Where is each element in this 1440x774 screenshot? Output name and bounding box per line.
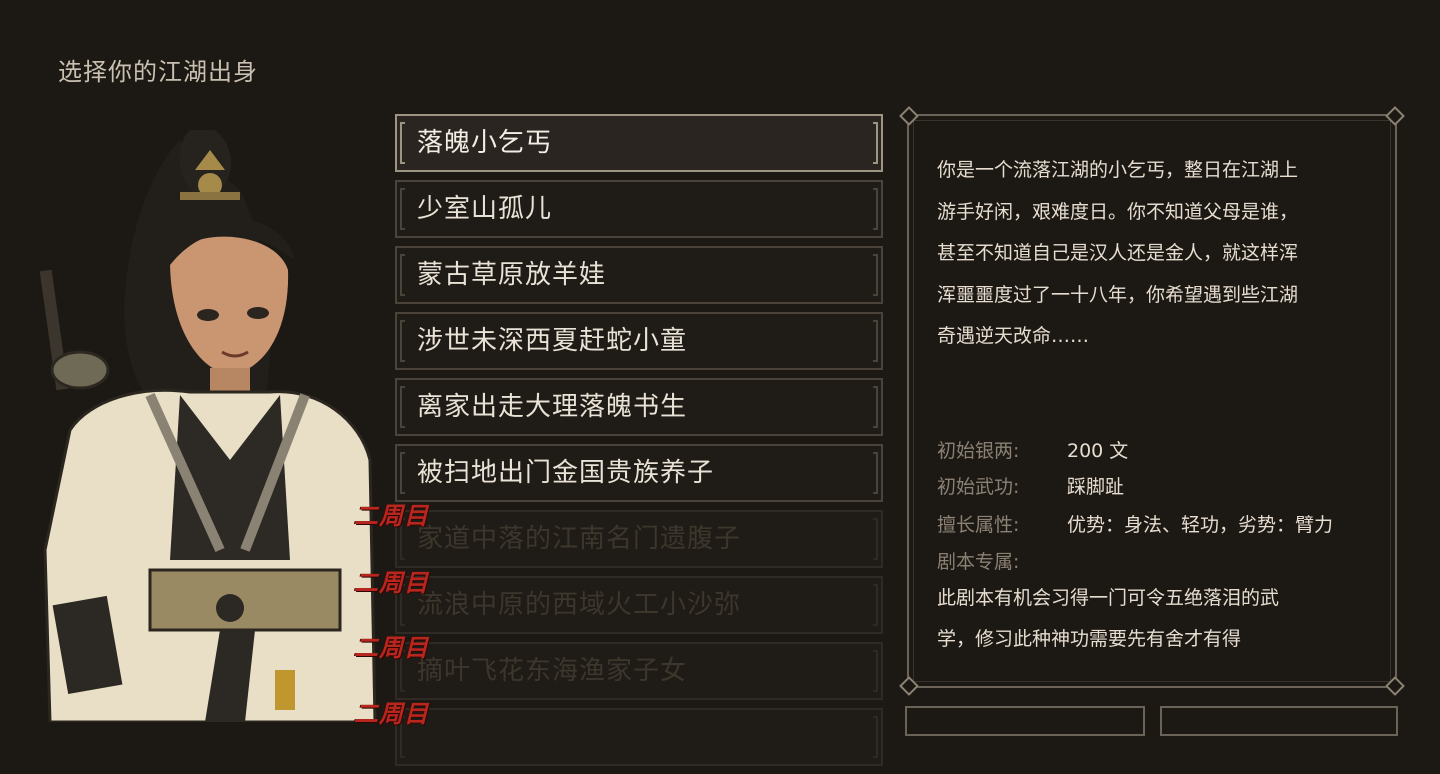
origin-option[interactable]: 被扫地出门金国贵族养子 [395, 444, 883, 502]
panel-corner-ornament [1385, 106, 1405, 126]
origin-option-label: 少室山孤儿 [417, 194, 553, 224]
bottom-button-left[interactable] [905, 706, 1145, 736]
stat-label: 初始武功: [937, 476, 1020, 498]
stat-label: 剧本专属: [937, 551, 1020, 573]
page-title: 选择你的江湖出身 [58, 58, 258, 86]
stat-label: 初始银两: [937, 440, 1020, 462]
second-playthrough-badge: 二周目 [354, 634, 429, 662]
stat-starting-silver: 初始银两: 200 文 [937, 436, 1128, 463]
description-line: 奇遇逆天改命…… [937, 325, 1090, 347]
origin-option-locked[interactable]: 摘叶飞花东海渔家子女 [395, 642, 883, 700]
stat-specialty: 擅长属性: 优势：身法、轻功，劣势：臂力 [937, 510, 1333, 537]
origin-option-label: 落魄小乞丐 [417, 128, 553, 158]
stat-label: 擅长属性: [937, 514, 1020, 536]
description-line: 游手好闲，艰难度日。你不知道父母是谁， [937, 200, 1299, 223]
character-portrait [30, 130, 390, 722]
panel-corner-ornament [899, 676, 919, 696]
origin-option-locked[interactable]: 家道中落的江南名门遗腹子 [395, 510, 883, 568]
panel-corner-ornament [899, 106, 919, 126]
stat-scenario-exclusive: 剧本专属: [937, 547, 1067, 574]
stat-value: 优势：身法、轻功，劣势：臂力 [1067, 514, 1334, 536]
origin-option-locked[interactable] [395, 708, 883, 766]
origin-option-locked[interactable]: 流浪中原的西域火工小沙弥 [395, 576, 883, 634]
origin-option[interactable]: 涉世未深西夏赶蛇小童 [395, 312, 883, 370]
origin-option[interactable]: 少室山孤儿 [395, 180, 883, 238]
stat-value: 200 文 [1067, 440, 1129, 462]
second-playthrough-badge: 二周目 [354, 569, 429, 597]
origin-detail-panel: 你是一个流落江湖的小乞丐，整日在江湖上 游手好闲，艰难度日。你不知道父母是谁， … [899, 106, 1405, 696]
second-playthrough-badge: 二周目 [354, 700, 429, 728]
second-playthrough-badge: 二周目 [354, 502, 429, 530]
exclusive-description: 此剧本有机会习得一门可令五绝落泪的武 学，修习此种神功需要先有舍才有得 [937, 578, 1387, 660]
panel-corner-ornament [1385, 676, 1405, 696]
description-line: 浑噩噩度过了一十八年，你希望遇到些江湖 [937, 283, 1299, 306]
stat-starting-skill: 初始武功: 踩脚趾 [937, 472, 1124, 499]
origin-list: 落魄小乞丐 少室山孤儿 蒙古草原放羊娃 涉世未深西夏赶蛇小童 离家出走大理落魄书… [395, 114, 883, 774]
origin-description: 你是一个流落江湖的小乞丐，整日在江湖上 游手好闲，艰难度日。你不知道父母是谁， … [937, 150, 1377, 358]
origin-option-label: 离家出走大理落魄书生 [417, 392, 688, 422]
origin-option[interactable]: 蒙古草原放羊娃 [395, 246, 883, 304]
origin-option-label: 流浪中原的西域火工小沙弥 [417, 590, 742, 620]
origin-option-label: 涉世未深西夏赶蛇小童 [417, 326, 688, 356]
origin-option-label: 被扫地出门金国贵族养子 [417, 458, 715, 488]
description-line: 甚至不知道自己是汉人还是金人，就这样浑 [937, 242, 1299, 264]
origin-option-label: 摘叶飞花东海渔家子女 [417, 656, 688, 686]
origin-option-label: 家道中落的江南名门遗腹子 [417, 524, 742, 554]
description-line: 你是一个流落江湖的小乞丐，整日在江湖上 [937, 159, 1299, 181]
exclusive-line: 学，修习此种神功需要先有舍才有得 [937, 628, 1242, 650]
stat-value: 踩脚趾 [1067, 476, 1125, 498]
origin-option[interactable]: 落魄小乞丐 [395, 114, 883, 172]
bottom-button-right[interactable] [1160, 706, 1398, 736]
origin-option[interactable]: 离家出走大理落魄书生 [395, 378, 883, 436]
exclusive-line: 此剧本有机会习得一门可令五绝落泪的武 [937, 587, 1280, 609]
origin-option-label: 蒙古草原放羊娃 [417, 260, 607, 290]
